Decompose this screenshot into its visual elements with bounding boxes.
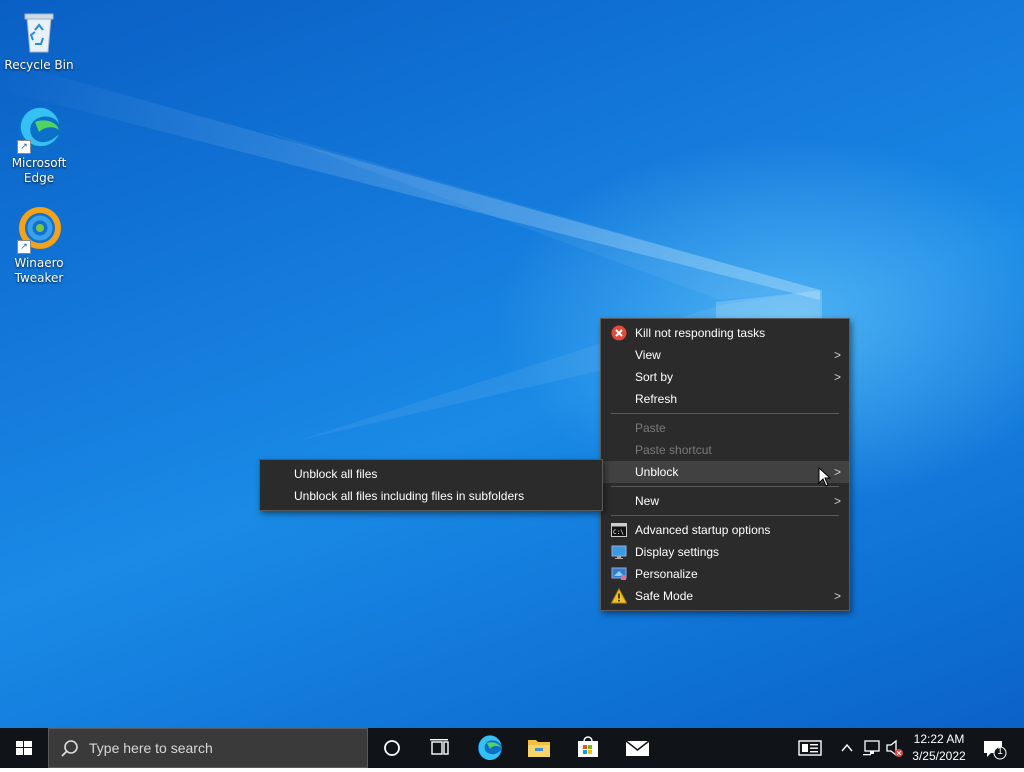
recycle-bin-icon xyxy=(15,8,63,56)
news-and-interests-button[interactable] xyxy=(786,728,834,768)
menu-separator xyxy=(611,515,839,516)
cortana-circle-icon xyxy=(384,740,400,756)
menu-item-kill-not-responding[interactable]: Kill not responding tasks xyxy=(601,322,849,344)
menu-item-display-settings[interactable]: Display settings xyxy=(601,541,849,563)
menu-separator xyxy=(611,486,839,487)
taskbar-file-explorer-button[interactable] xyxy=(515,728,563,768)
search-placeholder: Type here to search xyxy=(89,740,213,756)
news-icon xyxy=(798,740,822,756)
menu-item-personalize[interactable]: Personalize xyxy=(601,563,849,585)
chevron-right-icon: > xyxy=(833,348,841,362)
menu-item-label: Unblock all files including files in sub… xyxy=(294,489,525,503)
command-prompt-icon: C:\ xyxy=(611,522,627,538)
menu-item-label: Unblock all files xyxy=(294,467,378,481)
menu-item-refresh[interactable]: Refresh xyxy=(601,388,849,410)
taskbar-mail-button[interactable] xyxy=(613,728,661,768)
chevron-right-icon: > xyxy=(833,370,841,384)
menu-item-label: Paste shortcut xyxy=(635,443,712,457)
clock-time: 12:22 AM xyxy=(913,732,965,746)
display-monitor-icon xyxy=(611,544,627,560)
menu-item-sort-by[interactable]: Sort by > xyxy=(601,366,849,388)
menu-item-label: New xyxy=(635,494,660,508)
menu-item-paste-shortcut: Paste shortcut xyxy=(601,439,849,461)
shortcut-arrow-icon: ↗ xyxy=(17,240,31,254)
shortcut-arrow-icon: ↗ xyxy=(17,140,31,154)
menu-item-label: View xyxy=(635,348,661,362)
desktop-context-menu: Kill not responding tasks View > Sort by… xyxy=(600,318,850,611)
submenu-item-unblock-all-files[interactable]: Unblock all files xyxy=(260,463,602,485)
action-center-button[interactable]: 1 xyxy=(976,728,1016,768)
wallpaper-beams xyxy=(0,60,822,440)
start-button[interactable] xyxy=(0,728,48,768)
task-view-button[interactable] xyxy=(416,728,464,768)
chevron-right-icon: > xyxy=(833,589,841,603)
taskbar-edge-button[interactable] xyxy=(466,728,514,768)
desktop-icon-label: Winaero Tweaker xyxy=(14,256,64,285)
desktop-icon-microsoft-edge[interactable]: ↗ Microsoft Edge xyxy=(0,106,78,186)
desktop-icon-winaero-tweaker[interactable]: ↗ Winaero Tweaker xyxy=(0,206,78,286)
edge-icon xyxy=(478,735,502,761)
submenu-item-unblock-all-subfolders[interactable]: Unblock all files including files in sub… xyxy=(260,485,602,507)
menu-separator xyxy=(611,413,839,414)
winaero-tweaker-icon: ↗ xyxy=(15,206,63,254)
menu-item-label: Personalize xyxy=(635,567,698,581)
chevron-right-icon: > xyxy=(833,465,841,479)
edge-icon: ↗ xyxy=(15,106,63,154)
menu-item-view[interactable]: View > xyxy=(601,344,849,366)
desktop[interactable]: Recycle Bin ↗ Microsoft Edge ↗ Winaero T… xyxy=(0,0,1024,728)
volume-muted-icon[interactable] xyxy=(884,728,906,768)
menu-item-label: Paste xyxy=(635,421,666,435)
taskbar: Type here to search 12:22 AM 3/25/2022 1 xyxy=(0,728,1024,768)
menu-item-new[interactable]: New > xyxy=(601,490,849,512)
warning-icon xyxy=(610,587,628,604)
mail-icon xyxy=(625,740,650,756)
notification-count-badge: 1 xyxy=(997,746,1003,757)
personalize-icon xyxy=(611,566,627,582)
menu-item-safe-mode[interactable]: Safe Mode > xyxy=(601,585,849,607)
clock-date: 3/25/2022 xyxy=(912,749,966,763)
taskbar-search-box[interactable]: Type here to search xyxy=(48,728,368,768)
desktop-icon-recycle-bin[interactable]: Recycle Bin xyxy=(0,8,78,73)
cortana-button[interactable] xyxy=(368,728,416,768)
menu-item-label: Kill not responding tasks xyxy=(635,326,766,340)
menu-item-paste: Paste xyxy=(601,417,849,439)
store-bag-icon xyxy=(578,736,598,757)
task-view-icon xyxy=(430,739,449,755)
network-icon[interactable] xyxy=(862,728,882,768)
desktop-icon-label: Recycle Bin xyxy=(4,58,74,72)
menu-item-label: Unblock xyxy=(635,465,679,479)
taskbar-store-button[interactable] xyxy=(564,728,612,768)
clock[interactable]: 12:22 AM 3/25/2022 xyxy=(906,728,972,768)
chevron-up-icon[interactable] xyxy=(840,728,854,768)
unblock-submenu: Unblock all files Unblock all files incl… xyxy=(259,459,603,511)
menu-item-advanced-startup[interactable]: C:\ Advanced startup options xyxy=(601,519,849,541)
mouse-cursor-icon xyxy=(818,467,832,487)
menu-item-label: Refresh xyxy=(635,392,678,406)
menu-item-label: Safe Mode xyxy=(635,589,694,603)
menu-item-label: Display settings xyxy=(635,545,720,559)
desktop-icon-label: Microsoft Edge xyxy=(11,156,67,185)
chevron-right-icon: > xyxy=(833,494,841,508)
windows-logo-icon xyxy=(16,741,32,755)
menu-item-label: Advanced startup options xyxy=(635,523,771,537)
svg-text:C:\: C:\ xyxy=(613,529,624,536)
error-x-icon xyxy=(611,325,627,341)
menu-item-label: Sort by xyxy=(635,370,674,384)
search-icon xyxy=(61,740,78,757)
folder-icon xyxy=(528,740,550,757)
menu-item-unblock[interactable]: Unblock > xyxy=(601,461,849,483)
